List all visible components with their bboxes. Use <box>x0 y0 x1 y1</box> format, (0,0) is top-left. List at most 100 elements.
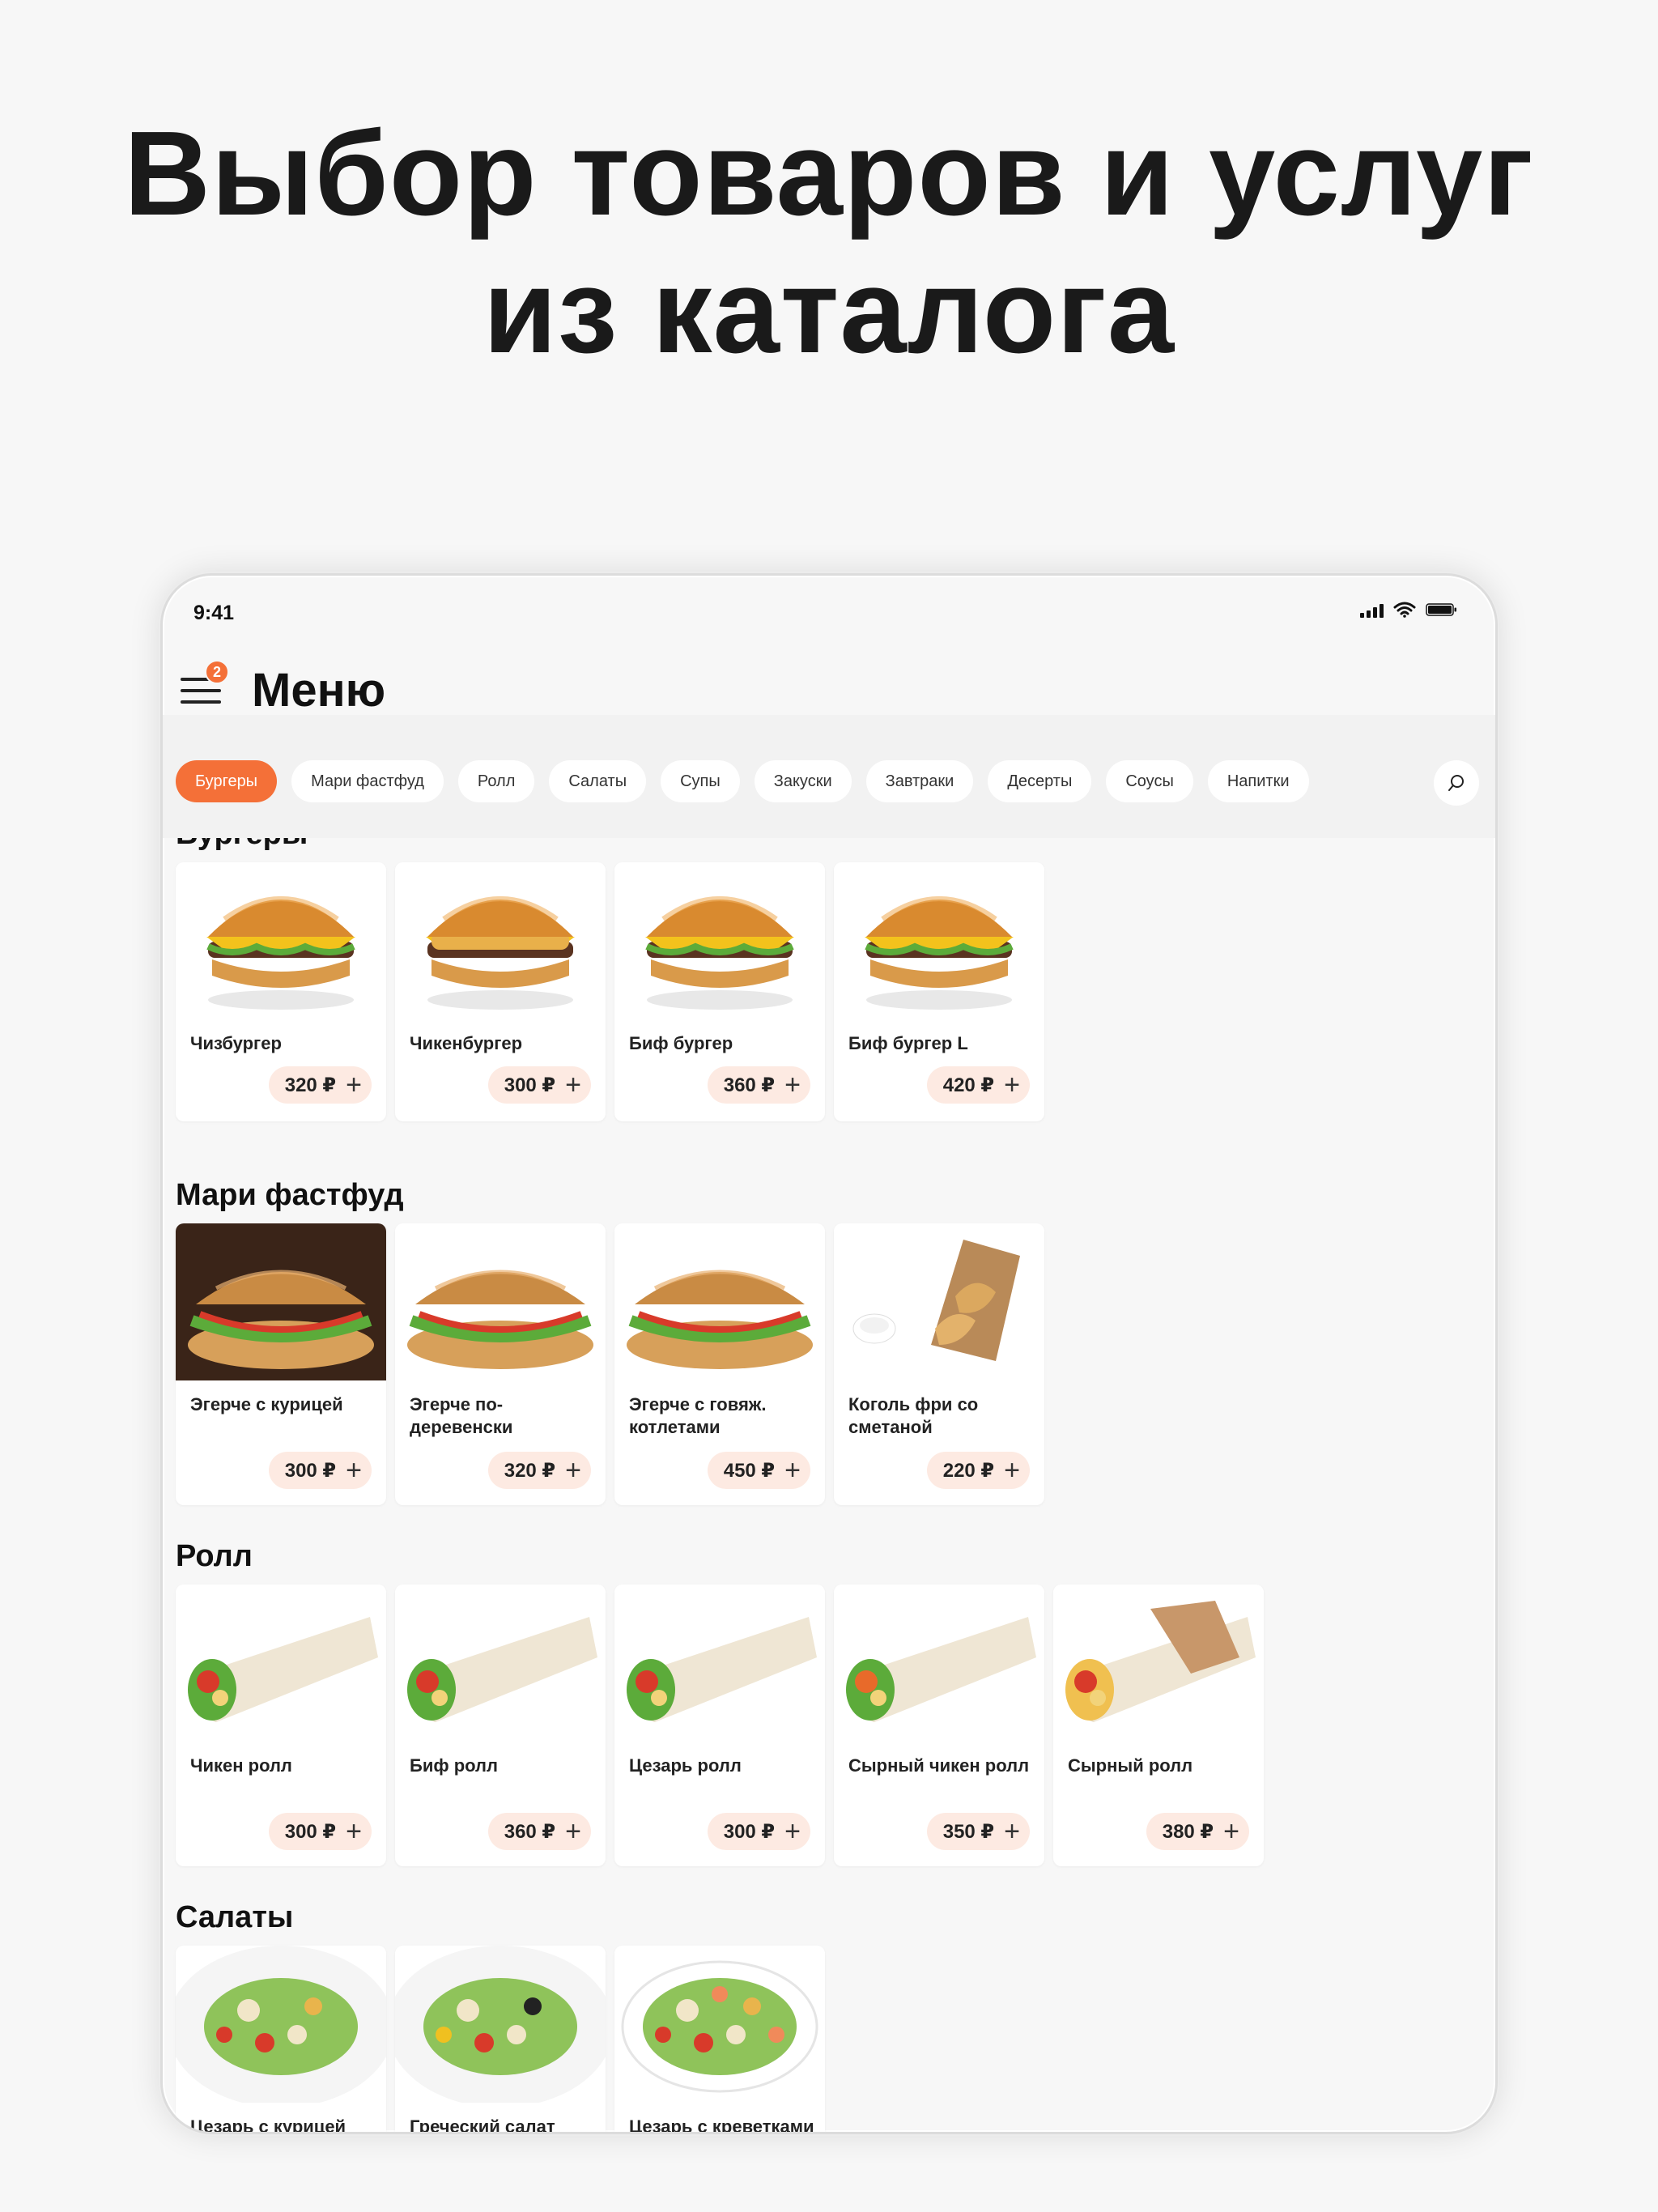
plus-icon: + <box>1004 1070 1020 1100</box>
category-tab[interactable]: Салаты <box>549 760 647 802</box>
category-tabs: Бургеры Мари фастфуд Ролл Салаты Супы Закуски… <box>176 760 1309 802</box>
plus-icon: + <box>565 1070 581 1100</box>
category-tab[interactable]: Завтраки <box>865 760 974 802</box>
product-price: 320 ₽ <box>504 1459 556 1482</box>
product-price: 360 ₽ <box>504 1820 556 1843</box>
product-price: 320 ₽ <box>284 1074 337 1096</box>
product-card[interactable]: Биф ролл 360 ₽ + <box>395 1585 606 1866</box>
add-to-cart-button[interactable]: 420 ₽ + <box>926 1066 1030 1104</box>
plus-icon: + <box>346 1455 362 1486</box>
product-price: 360 ₽ <box>723 1074 776 1096</box>
product-image <box>395 862 606 1019</box>
section-title: Мари фастфуд <box>176 1178 404 1212</box>
category-tab[interactable]: Супы <box>661 760 740 802</box>
product-image <box>834 862 1044 1019</box>
product-name: Сырный ролл <box>1068 1755 1193 1776</box>
product-name: Чизбургер <box>190 1033 282 1053</box>
product-price: 350 ₽ <box>942 1820 995 1843</box>
headline-line-1: Выбор товаров и услуг <box>124 107 1534 240</box>
product-card[interactable]: Чикен ролл 300 ₽ + <box>176 1585 386 1866</box>
add-to-cart-button[interactable]: 360 ₽ + <box>707 1066 810 1104</box>
product-image <box>395 1585 606 1742</box>
plus-icon: + <box>1004 1816 1020 1847</box>
product-card[interactable]: Греческий салат <box>395 1946 606 2134</box>
plus-icon: + <box>565 1816 581 1847</box>
product-card[interactable]: Биф бургер L 420 ₽ + <box>834 862 1044 1121</box>
product-name: Биф бургер L <box>848 1033 968 1053</box>
product-card[interactable]: Цезарь с креветками <box>614 1946 825 2132</box>
add-to-cart-button[interactable]: 300 ₽ + <box>268 1813 372 1850</box>
plus-icon: + <box>784 1816 801 1847</box>
plus-icon: + <box>784 1070 801 1100</box>
product-name: Сырный чикен ролл <box>848 1755 1030 1776</box>
add-to-cart-button[interactable]: 300 ₽ + <box>707 1813 810 1850</box>
tablet-frame: 9:41 2 Меню Бургеры Мари фастфуд Ролл Са… <box>160 573 1498 2134</box>
product-name: Коголь фри со сметаной <box>848 1394 979 1437</box>
product-card[interactable]: Цезарь с курицей <box>176 1946 386 2134</box>
product-card[interactable]: Коголь фри со сметаной 220 ₽ + <box>834 1223 1044 1505</box>
add-to-cart-button[interactable]: 320 ₽ + <box>268 1066 372 1104</box>
product-name: Эгерче с курицей <box>190 1394 343 1414</box>
add-to-cart-button[interactable]: 300 ₽ + <box>487 1066 591 1104</box>
product-card[interactable]: Эгерче по-деревенски 320 ₽ + <box>395 1223 606 1505</box>
product-card[interactable]: Сырный ролл 380 ₽ + <box>1053 1585 1264 1866</box>
product-image <box>1053 1585 1264 1742</box>
section-title: Бургеры <box>176 838 308 852</box>
menu-button[interactable]: 2 <box>181 660 229 712</box>
category-tab[interactable]: Закуски <box>754 760 852 802</box>
product-image <box>614 1223 825 1380</box>
product-name: Греческий салат <box>410 2116 555 2134</box>
status-icons <box>1360 602 1458 618</box>
product-card[interactable]: Чикенбургер 300 ₽ + <box>395 862 606 1121</box>
product-card[interactable]: Эгерче с говяж. котлетами 450 ₽ + <box>614 1223 825 1505</box>
search-icon <box>1448 775 1464 791</box>
signal-icon <box>1360 602 1384 618</box>
add-to-cart-button[interactable]: 360 ₽ + <box>487 1813 591 1850</box>
product-name: Чикен ролл <box>190 1755 292 1776</box>
product-image <box>395 1223 606 1380</box>
product-card[interactable]: Цезарь ролл 300 ₽ + <box>614 1585 825 1866</box>
product-name: Биф ролл <box>410 1755 498 1776</box>
add-to-cart-button[interactable]: 350 ₽ + <box>926 1813 1030 1850</box>
product-name: Эгерче по-деревенски <box>410 1394 513 1437</box>
product-name: Эгерче с говяж. котлетами <box>629 1394 767 1437</box>
add-to-cart-button[interactable]: 380 ₽ + <box>1146 1813 1249 1850</box>
add-to-cart-button[interactable]: 300 ₽ + <box>268 1452 372 1489</box>
add-to-cart-button[interactable]: 220 ₽ + <box>926 1452 1030 1489</box>
product-image <box>176 1946 386 2103</box>
product-price: 450 ₽ <box>723 1459 776 1482</box>
battery-icon <box>1426 603 1456 616</box>
product-name: Биф бургер <box>629 1033 733 1053</box>
category-tab[interactable]: Ролл <box>457 760 535 802</box>
product-image <box>614 1946 825 2103</box>
headline-line-2: из каталога <box>483 245 1175 378</box>
plus-icon: + <box>346 1816 362 1847</box>
category-tab[interactable]: Напитки <box>1207 760 1309 802</box>
menu-list[interactable]: Бургеры Чизбургер 320 ₽ + Чикенбургер 300 ₽… <box>163 838 1495 2134</box>
product-name: Цезарь ролл <box>629 1755 742 1776</box>
product-card[interactable]: Эгерче с курицей 300 ₽ + <box>176 1223 386 1505</box>
plus-icon: + <box>346 1070 362 1100</box>
category-tab[interactable]: Мари фастфуд <box>291 760 444 802</box>
search-button[interactable] <box>1434 760 1479 806</box>
product-price: 300 ₽ <box>284 1820 337 1843</box>
wifi-icon <box>1393 602 1416 618</box>
headline: Выбор товаров и услуг из каталога <box>0 105 1658 381</box>
product-price: 220 ₽ <box>942 1459 995 1482</box>
category-tab[interactable]: Десерты <box>988 760 1092 802</box>
category-tab[interactable]: Соусы <box>1106 760 1193 802</box>
product-card[interactable]: Сырный чикен ролл 350 ₽ + <box>834 1585 1044 1866</box>
product-image <box>614 1585 825 1742</box>
product-card[interactable]: Чизбургер 320 ₽ + <box>176 862 386 1121</box>
page-title: Меню <box>252 664 386 717</box>
add-to-cart-button[interactable]: 450 ₽ + <box>707 1452 810 1489</box>
product-price: 300 ₽ <box>723 1820 776 1843</box>
category-bar: Бургеры Мари фастфуд Ролл Салаты Супы Закуски… <box>163 736 1495 838</box>
product-price: 300 ₽ <box>284 1459 337 1482</box>
category-tab[interactable]: Бургеры <box>176 760 278 802</box>
add-to-cart-button[interactable]: 320 ₽ + <box>487 1452 591 1489</box>
product-image <box>614 862 825 1019</box>
product-image <box>176 1585 386 1742</box>
product-name: Цезарь с курицей <box>190 2116 346 2134</box>
product-card[interactable]: Биф бургер 360 ₽ + <box>614 862 825 1121</box>
